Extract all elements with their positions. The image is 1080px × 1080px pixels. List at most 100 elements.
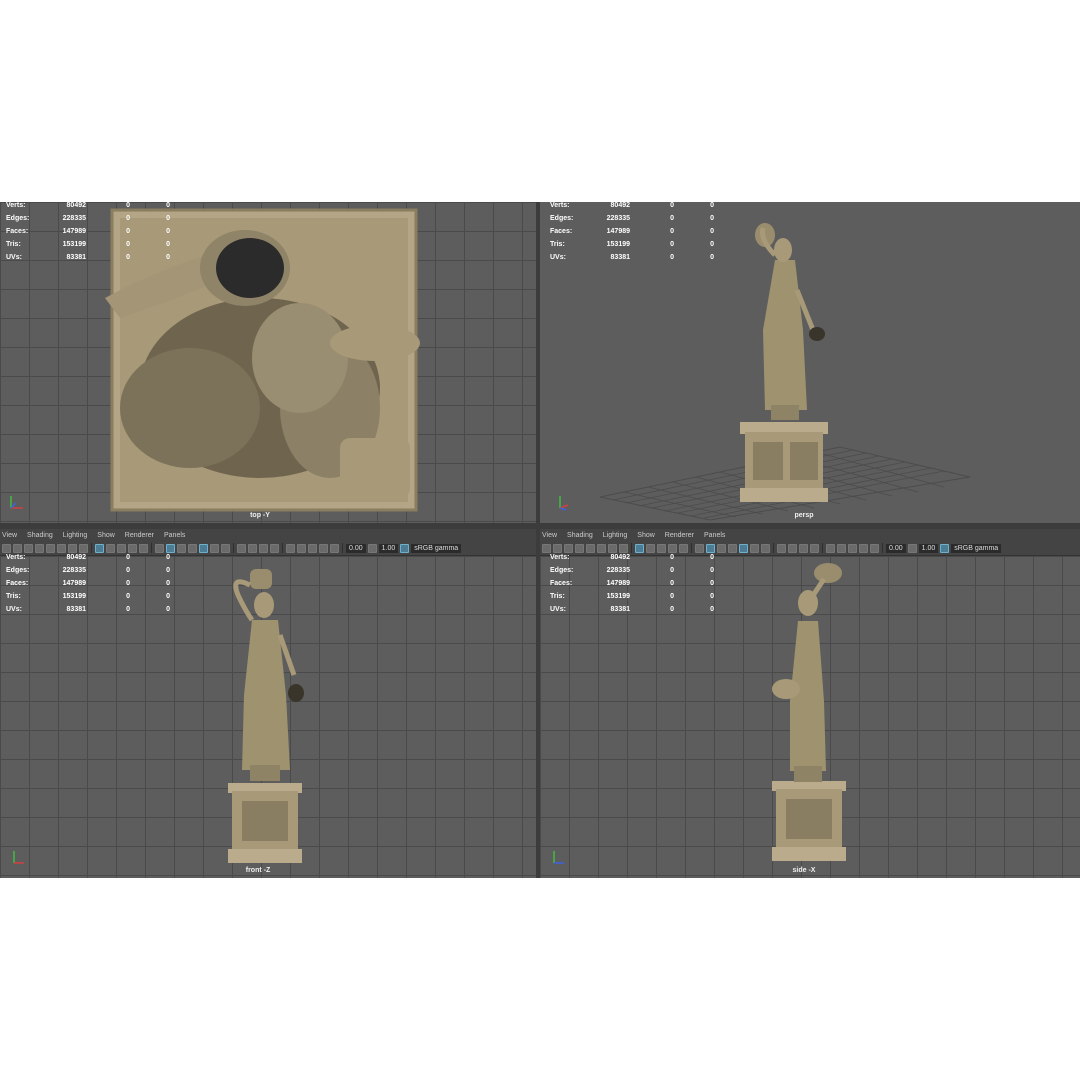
toolbar-tool-icon[interactable] — [717, 543, 726, 553]
toolbar-tool-icon[interactable] — [564, 543, 573, 553]
toolbar-tool-icon[interactable] — [668, 543, 677, 553]
toolbar-tool-icon[interactable] — [155, 543, 164, 553]
toolbar-tool-icon[interactable] — [859, 543, 868, 553]
toolbar-tool-icon[interactable] — [575, 543, 584, 553]
toolbar-tool-icon[interactable] — [297, 543, 306, 553]
viewport-persp[interactable]: Verts: 80492 0 0 Edges: 228335 0 0 Faces: 147989 0… — [540, 202, 1080, 523]
hud-value-components: 0 — [710, 593, 714, 600]
statue-side-view[interactable] — [768, 561, 858, 873]
menu-panels[interactable]: Panels — [704, 532, 725, 539]
hud-label: Faces: — [6, 228, 29, 235]
toolbar-tool-icon[interactable] — [837, 543, 846, 553]
menu-renderer[interactable]: Renderer — [125, 532, 154, 539]
toolbar-tool-icon[interactable] — [761, 543, 770, 553]
toolbar-tool-icon[interactable] — [728, 543, 737, 553]
toolbar-tool-icon[interactable] — [330, 543, 339, 553]
toolbar-tool-icon[interactable] — [221, 543, 230, 553]
toolbar-tool-icon[interactable] — [95, 543, 104, 553]
menu-show[interactable]: Show — [97, 532, 115, 539]
toolbar-tool-icon[interactable] — [788, 543, 797, 553]
menu-view[interactable]: View — [2, 532, 17, 539]
gamma-field[interactable]: 1.00 — [918, 543, 939, 553]
hud-value: 80492 — [66, 554, 86, 561]
toolbar-tool-icon[interactable] — [13, 543, 22, 553]
toolbar-tool-icon[interactable] — [106, 543, 115, 553]
hud-label: Faces: — [550, 580, 573, 587]
toolbar-tool-icon[interactable] — [586, 543, 595, 553]
toolbar-tool-icon[interactable] — [646, 543, 655, 553]
viewport-top[interactable]: Verts: 80492 0 0 Edges: 228335 0 0 Faces: 147989 0… — [0, 202, 536, 523]
toolbar-tool-icon[interactable] — [248, 543, 257, 553]
toolbar-tool-icon[interactable] — [826, 543, 835, 553]
gamma-field[interactable]: 1.00 — [378, 543, 399, 553]
toolbar-tool-icon[interactable] — [679, 543, 688, 553]
toolbar-tool-icon[interactable] — [199, 543, 208, 553]
axis-gizmo-icon — [13, 851, 24, 864]
toolbar-tool-icon[interactable] — [117, 543, 126, 553]
toolbar-tool-icon[interactable] — [739, 543, 748, 553]
toolbar-tool-icon[interactable] — [553, 543, 562, 553]
hud-value-selected: 0 — [126, 241, 130, 248]
toolbar-tool-icon[interactable] — [308, 543, 317, 553]
color-management-icon[interactable] — [940, 543, 950, 553]
toolbar-tool-icon[interactable] — [657, 543, 666, 553]
gamma-icon[interactable] — [367, 543, 377, 553]
toolbar-tool-icon[interactable] — [799, 543, 808, 553]
toolbar-tool-icon[interactable] — [695, 543, 704, 553]
toolbar-tool-icon[interactable] — [810, 543, 819, 553]
toolbar-tool-icon[interactable] — [35, 543, 44, 553]
color-space-dropdown[interactable]: sRGB gamma — [411, 543, 462, 553]
toolbar-tool-icon[interactable] — [237, 543, 246, 553]
toolbar-tool-icon[interactable] — [79, 543, 88, 553]
menu-shading[interactable]: Shading — [27, 532, 53, 539]
menu-lighting[interactable]: Lighting — [63, 532, 88, 539]
gamma-icon[interactable] — [907, 543, 917, 553]
menu-panels[interactable]: Panels — [164, 532, 185, 539]
toolbar-tool-icon[interactable] — [597, 543, 606, 553]
toolbar-tool-icon[interactable] — [139, 543, 148, 553]
hud-label: UVs: — [6, 254, 22, 261]
toolbar-tool-icon[interactable] — [210, 543, 219, 553]
toolbar-tool-icon[interactable] — [286, 543, 295, 553]
toolbar-tool-icon[interactable] — [46, 543, 55, 553]
statue-front-view[interactable] — [220, 565, 310, 875]
toolbar-tool-icon[interactable] — [270, 543, 279, 553]
toolbar-tool-icon[interactable] — [24, 543, 33, 553]
toolbar-tool-icon[interactable] — [848, 543, 857, 553]
hud-value-selected: 0 — [670, 254, 674, 261]
toolbar-tool-icon[interactable] — [177, 543, 186, 553]
toolbar-tool-icon[interactable] — [259, 543, 268, 553]
statue-persp-view[interactable] — [735, 220, 835, 515]
hud-value: 83381 — [66, 606, 86, 613]
toolbar-separator — [691, 543, 692, 553]
toolbar-tool-icon[interactable] — [777, 543, 786, 553]
toolbar-tool-icon[interactable] — [188, 543, 197, 553]
toolbar-tool-icon[interactable] — [542, 543, 551, 553]
color-management-icon[interactable] — [400, 543, 410, 553]
toolbar-tool-icon[interactable] — [2, 543, 11, 553]
toolbar-tool-icon[interactable] — [750, 543, 759, 553]
menu-view[interactable]: View — [542, 532, 557, 539]
toolbar-tool-icon[interactable] — [128, 543, 137, 553]
viewport-front[interactable]: View Shading Lighting Show Renderer Panels 0.… — [0, 529, 536, 878]
toolbar-tool-icon[interactable] — [57, 543, 66, 553]
menu-lighting[interactable]: Lighting — [603, 532, 628, 539]
color-space-dropdown[interactable]: sRGB gamma — [951, 543, 1002, 553]
menu-shading[interactable]: Shading — [567, 532, 593, 539]
toolbar-separator — [773, 543, 774, 553]
viewport-side[interactable]: View Shading Lighting Show Renderer Panels 0.… — [540, 529, 1080, 878]
toolbar-tool-icon[interactable] — [166, 543, 175, 553]
toolbar-tool-icon[interactable] — [319, 543, 328, 553]
toolbar-tool-icon[interactable] — [635, 543, 644, 553]
toolbar-tool-icon[interactable] — [706, 543, 715, 553]
toolbar-tool-icon[interactable] — [608, 543, 617, 553]
menu-show[interactable]: Show — [637, 532, 655, 539]
toolbar-tool-icon[interactable] — [870, 543, 879, 553]
hud-value: 83381 — [610, 254, 630, 261]
menu-renderer[interactable]: Renderer — [665, 532, 694, 539]
exposure-field[interactable]: 0.00 — [346, 543, 366, 553]
toolbar-tool-icon[interactable] — [68, 543, 77, 553]
toolbar-tool-icon[interactable] — [619, 543, 628, 553]
exposure-field[interactable]: 0.00 — [886, 543, 906, 553]
hud-label: UVs: — [6, 606, 22, 613]
